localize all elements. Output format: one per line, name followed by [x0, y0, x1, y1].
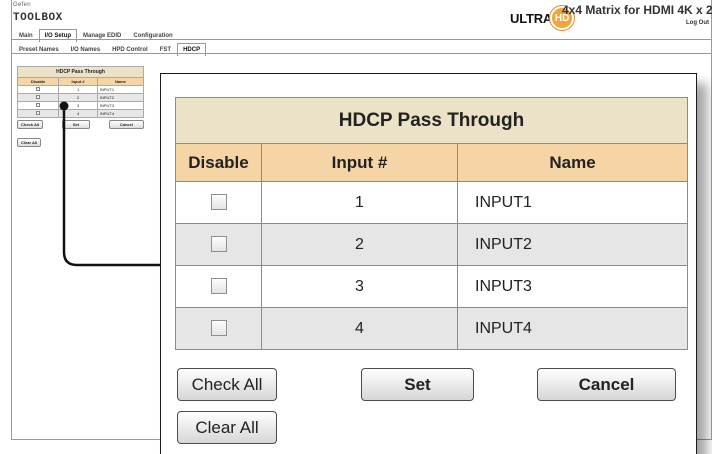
mini-disable-checkbox[interactable]: [36, 111, 41, 115]
ultra-text: ULTRA: [510, 10, 553, 26]
tab-configuration[interactable]: Configuration: [127, 29, 178, 42]
input-number: 1: [261, 181, 458, 224]
input-number: 2: [261, 223, 458, 266]
mini-set-button[interactable]: Set: [61, 120, 91, 129]
mini-hdcp-panel: HDCP Pass Through Disable Input # Name 1…: [16, 66, 145, 149]
tab-hpd-control[interactable]: HPD Control: [106, 43, 154, 56]
main-tabs: Main I/O Setup Manage EDID Configuration: [13, 29, 179, 42]
gefen-toolbox-logo: Gefen TOOLBOX: [13, 2, 63, 24]
zoomed-hdcp-panel: HDCP Pass Through Disable Input # Name 1…: [160, 73, 697, 454]
tab-fst[interactable]: FST: [154, 43, 177, 56]
mini-buttons: Check All Set Cancel: [17, 120, 144, 129]
col-header-disable: Disable: [175, 143, 262, 182]
mini-table-row: 4 INPUT4: [16, 109, 145, 118]
tab-io-setup[interactable]: I/O Setup: [38, 29, 78, 42]
mini-input-number: 3: [58, 101, 98, 110]
input-name: INPUT4: [457, 307, 688, 350]
main-tab-divider: [11, 39, 711, 40]
clear-all-button[interactable]: Clear All: [177, 411, 277, 444]
tab-main[interactable]: Main: [13, 29, 39, 42]
mini-disable-checkbox[interactable]: [36, 103, 41, 107]
input-name: INPUT2: [457, 223, 688, 266]
product-title: 4x4 Matrix for HDMI 4K x 2K: [562, 3, 712, 17]
mini-input-number: 2: [58, 93, 98, 102]
mini-col-disable: Disable: [16, 77, 60, 86]
hdcp-table: HDCP Pass Through Disable Input # Name 1…: [175, 97, 688, 350]
col-header-name: Name: [457, 143, 688, 182]
mini-table-row: 3 INPUT3: [16, 101, 145, 110]
input-number: 3: [261, 265, 458, 308]
sub-tabs: Preset Names I/O Names HPD Control FST H…: [13, 43, 207, 56]
mini-table-row: 1 INPUT1: [16, 85, 145, 94]
table-row: 3 INPUT3: [175, 265, 688, 308]
sub-tab-divider: [11, 53, 711, 54]
mini-table-row: 2 INPUT2: [16, 93, 145, 102]
mini-input-number: 1: [58, 85, 98, 94]
brand-name: TOOLBOX: [13, 12, 63, 24]
mini-input-name: INPUT1: [96, 85, 145, 94]
disable-checkbox-input2[interactable]: [210, 236, 227, 253]
input-name: INPUT1: [457, 181, 688, 224]
mini-check-all-button[interactable]: Check All: [17, 120, 44, 129]
mini-cancel-button[interactable]: Cancel: [108, 120, 144, 129]
mini-input-name: INPUT2: [96, 93, 145, 102]
logout-link[interactable]: Log Out: [686, 20, 709, 26]
disable-checkbox-input3[interactable]: [210, 278, 227, 295]
mini-col-name: Name: [96, 77, 145, 86]
mini-table-title: HDCP Pass Through: [17, 66, 144, 78]
set-button[interactable]: Set: [361, 368, 474, 401]
table-row: 2 INPUT2: [175, 223, 688, 266]
brand-small: Gefen: [13, 2, 31, 8]
tab-hdcp[interactable]: HDCP: [177, 43, 207, 56]
hdcp-table-title: HDCP Pass Through: [175, 97, 688, 144]
cancel-button[interactable]: Cancel: [537, 368, 676, 401]
table-row: 4 INPUT4: [175, 307, 688, 350]
col-header-input: Input #: [261, 143, 458, 182]
tab-manage-edid[interactable]: Manage EDID: [77, 29, 127, 42]
mini-input-number: 4: [58, 109, 98, 118]
mini-input-name: INPUT4: [96, 109, 145, 118]
disable-checkbox-input4[interactable]: [210, 320, 227, 337]
input-name: INPUT3: [457, 265, 688, 308]
mini-disable-checkbox[interactable]: [36, 87, 41, 91]
mini-col-input: Input #: [58, 77, 98, 86]
mini-hdcp-table: HDCP Pass Through Disable Input # Name 1…: [16, 66, 145, 118]
disable-checkbox-input1[interactable]: [210, 194, 227, 211]
mini-input-name: INPUT3: [96, 101, 145, 110]
mini-clear-all-button[interactable]: Clear All: [17, 138, 42, 147]
tab-io-names[interactable]: I/O Names: [65, 43, 106, 56]
tab-preset-names[interactable]: Preset Names: [13, 43, 65, 56]
check-all-button[interactable]: Check All: [177, 368, 277, 401]
input-number: 4: [261, 307, 458, 350]
table-row: 1 INPUT1: [175, 181, 688, 224]
mini-disable-checkbox[interactable]: [36, 95, 41, 99]
